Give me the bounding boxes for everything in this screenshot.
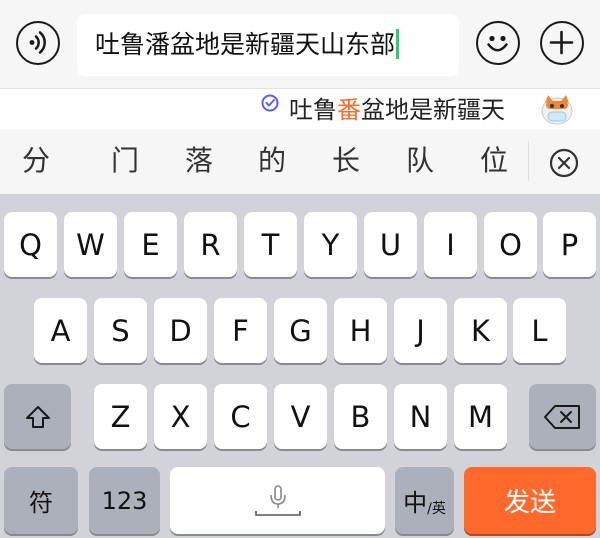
key-t[interactable]: T xyxy=(244,212,297,277)
key-s[interactable]: S xyxy=(94,298,147,363)
key-k[interactable]: K xyxy=(454,298,507,363)
mascot-icon[interactable] xyxy=(538,91,576,129)
emoji-icon[interactable] xyxy=(476,21,520,65)
shield-check-icon xyxy=(261,94,279,112)
numbers-key[interactable]: 123 xyxy=(89,467,160,534)
key-a[interactable]: A xyxy=(34,298,87,363)
microphone-icon xyxy=(254,484,301,516)
key-q[interactable]: Q xyxy=(4,212,57,277)
key-y[interactable]: Y xyxy=(304,212,357,277)
key-v[interactable]: V xyxy=(274,384,327,449)
key-f[interactable]: F xyxy=(214,298,267,363)
candidate-divider xyxy=(528,141,529,181)
candidate-2[interactable]: 门 xyxy=(111,143,139,179)
key-z[interactable]: Z xyxy=(94,384,147,449)
key-x[interactable]: X xyxy=(154,384,207,449)
key-e[interactable]: E xyxy=(124,212,177,277)
language-key-main: 中 xyxy=(403,489,428,517)
key-n[interactable]: N xyxy=(394,384,447,449)
key-r[interactable]: R xyxy=(184,212,237,277)
key-b[interactable]: B xyxy=(334,384,387,449)
candidate-7[interactable]: 位 xyxy=(480,143,508,179)
key-p[interactable]: P xyxy=(543,212,596,277)
key-h[interactable]: H xyxy=(334,298,387,363)
candidate-6[interactable]: 队 xyxy=(406,143,434,179)
backspace-key[interactable] xyxy=(529,384,596,449)
shift-icon xyxy=(25,405,50,428)
key-g[interactable]: G xyxy=(274,298,327,363)
space-key[interactable] xyxy=(170,467,385,534)
plus-icon[interactable] xyxy=(540,21,584,65)
symbol-key[interactable]: 符 xyxy=(4,467,78,534)
candidate-5[interactable]: 长 xyxy=(332,143,360,179)
send-button[interactable]: 发送 xyxy=(464,467,596,534)
key-o[interactable]: O xyxy=(484,212,537,277)
message-input[interactable]: 吐鲁潘盆地是新疆天山东部 xyxy=(77,14,459,76)
candidate-bar: 分 门 落 的 长 队 位 xyxy=(0,129,600,194)
language-key-sub: /英 xyxy=(427,500,446,517)
text-caret xyxy=(396,29,400,59)
key-i[interactable]: I xyxy=(424,212,477,277)
voice-icon[interactable] xyxy=(16,21,60,65)
suggestion-bar: 吐鲁番盆地是新疆天 xyxy=(0,89,600,129)
language-key[interactable]: 中/英 xyxy=(395,467,454,534)
backspace-icon xyxy=(543,404,580,429)
close-icon[interactable] xyxy=(548,147,580,179)
keyboard: Q W E R T Y U I O P A S D F G H J K L Z … xyxy=(0,194,600,538)
key-c[interactable]: C xyxy=(214,384,267,449)
shift-key[interactable] xyxy=(4,384,71,449)
key-d[interactable]: D xyxy=(154,298,207,363)
message-input-text: 吐鲁潘盆地是新疆天山东部 xyxy=(95,28,400,62)
candidate-3[interactable]: 落 xyxy=(185,143,213,179)
key-u[interactable]: U xyxy=(364,212,417,277)
key-m[interactable]: M xyxy=(454,384,507,449)
key-l[interactable]: L xyxy=(513,298,566,363)
key-w[interactable]: W xyxy=(64,212,117,277)
key-j[interactable]: J xyxy=(394,298,447,363)
candidate-1[interactable]: 分 xyxy=(22,143,50,179)
suggestion-text[interactable]: 吐鲁番盆地是新疆天 xyxy=(289,93,524,127)
top-input-bar: 吐鲁潘盆地是新疆天山东部 xyxy=(0,0,600,88)
candidate-4[interactable]: 的 xyxy=(258,143,286,179)
